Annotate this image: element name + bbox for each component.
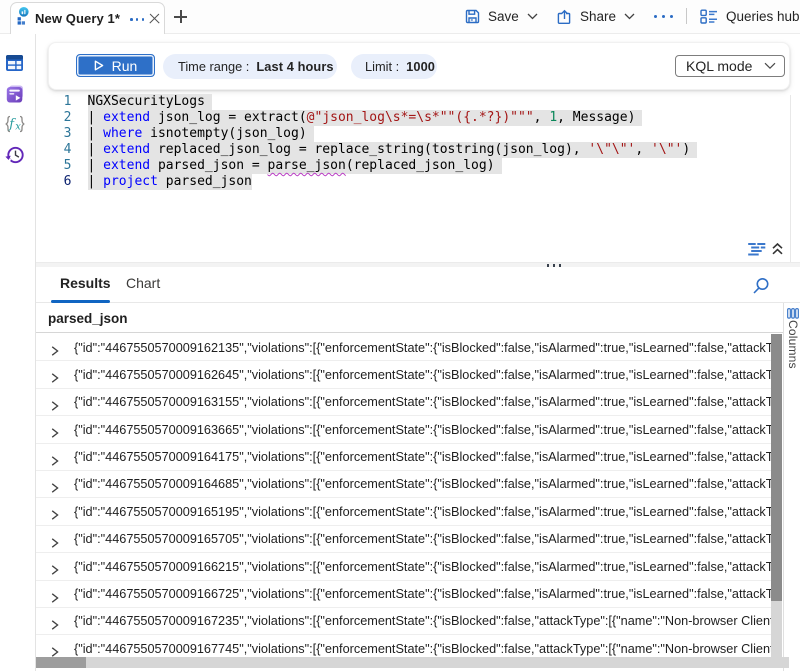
horizontal-scrollbar[interactable] [36, 657, 789, 668]
expand-row-icon[interactable] [51, 562, 59, 580]
expand-row-icon[interactable] [51, 590, 59, 608]
code-line: 6 | project parsed_json [36, 174, 790, 190]
results-grid: {"id":"4467550570009162135","violations"… [36, 334, 771, 671]
run-button[interactable]: Run [76, 54, 155, 77]
line-number: 1 [36, 94, 72, 110]
format-query-icon[interactable] [747, 242, 766, 261]
search-results-icon[interactable] [750, 275, 772, 297]
row-json-text: {"id":"4467550570009162135","violations"… [74, 341, 771, 355]
results-tabstrip: Results Chart [36, 267, 800, 303]
code-line: 4 | extend replaced_json_log = replace_st… [36, 142, 790, 158]
row-json-text: {"id":"4467550570009162645","violations"… [74, 368, 771, 382]
results-panel: Results Chart parsed_json {"id":"4467550… [36, 267, 800, 671]
result-row[interactable]: {"id":"4467550570009166725","violations"… [36, 581, 771, 608]
tab-chart[interactable]: Chart [126, 275, 160, 291]
row-json-text: {"id":"4467550570009163665","violations"… [74, 423, 771, 437]
share-icon [557, 9, 572, 25]
code-text: NGXSecurityLogs [88, 94, 212, 110]
history-icon[interactable] [5, 145, 25, 165]
line-number: 2 [36, 110, 72, 126]
play-icon [94, 60, 104, 71]
saved-queries-icon[interactable] [5, 84, 25, 104]
code-text: | project parsed_json [88, 174, 252, 190]
query-editor[interactable]: 1 NGXSecurityLogs 2 | extend json_log = ext… [36, 94, 790, 194]
row-json-text: {"id":"4467550570009167745","violations"… [74, 642, 771, 656]
columns-panel-label[interactable]: Columns [786, 320, 800, 369]
line-number: 3 [36, 126, 72, 142]
row-json-text: {"id":"4467550570009166215","violations"… [74, 560, 771, 574]
expand-row-icon[interactable] [51, 343, 59, 361]
more-actions-button[interactable] [654, 15, 673, 18]
left-rail: f x [0, 34, 36, 671]
code-line: 5 | extend parsed_json = parse_json(repla… [36, 158, 790, 174]
chevron-down-icon [527, 13, 538, 20]
row-json-text: {"id":"4467550570009164685","violations"… [74, 477, 771, 491]
tab-results[interactable]: Results [60, 275, 111, 291]
limit-picker[interactable]: Limit :1000 [351, 54, 437, 79]
column-header-parsed-json[interactable]: parsed_json [48, 311, 128, 326]
kusto-web-explorer: New Query 1* Save Share [0, 0, 800, 671]
expand-row-icon[interactable] [51, 480, 59, 498]
result-row[interactable]: {"id":"4467550570009167235","violations"… [36, 608, 771, 635]
code-text: | extend parsed_json = parse_json(replac… [88, 158, 502, 174]
result-row[interactable]: {"id":"4467550570009166215","violations"… [36, 553, 771, 580]
expand-row-icon[interactable] [51, 535, 59, 553]
chevron-down-icon [624, 13, 635, 20]
tab-bar: New Query 1* Save Share [0, 0, 800, 34]
row-json-text: {"id":"4467550570009165705","violations"… [74, 532, 771, 546]
result-row[interactable]: {"id":"4467550570009164685","violations"… [36, 471, 771, 498]
vertical-scrollbar[interactable] [771, 334, 782, 657]
save-icon [465, 9, 480, 24]
code-text: | extend replaced_json_log = replace_str… [88, 142, 698, 158]
row-json-text: {"id":"4467550570009167235","violations"… [74, 614, 771, 628]
expand-row-icon[interactable] [51, 425, 59, 443]
line-number: 4 [36, 142, 72, 158]
result-row[interactable]: {"id":"4467550570009165705","violations"… [36, 526, 771, 553]
line-number: 6 [36, 174, 72, 190]
expand-row-icon[interactable] [51, 370, 59, 388]
expand-row-icon[interactable] [51, 398, 59, 416]
row-json-text: {"id":"4467550570009164175","violations"… [74, 450, 771, 464]
queries-hub-button[interactable]: Queries hub [700, 0, 800, 33]
save-button[interactable]: Save [465, 0, 538, 33]
line-number: 5 [36, 158, 72, 174]
topbar-divider [686, 8, 687, 24]
svg-text:x: x [15, 122, 21, 133]
expand-row-icon[interactable] [51, 617, 59, 635]
collapse-editor-icon[interactable] [772, 242, 783, 260]
code-line: 1 NGXSecurityLogs [36, 94, 790, 110]
functions-icon[interactable]: f x [5, 114, 25, 134]
row-json-text: {"id":"4467550570009165195","violations"… [74, 505, 771, 519]
grid-header-row: parsed_json [36, 303, 800, 333]
query-mode-dropdown[interactable]: KQL mode [675, 55, 785, 77]
result-row[interactable]: {"id":"4467550570009162645","violations"… [36, 361, 771, 388]
chevron-down-icon [764, 62, 776, 70]
result-row[interactable]: {"id":"4467550570009163155","violations"… [36, 389, 771, 416]
time-range-picker[interactable]: Time range :Last 4 hours [163, 54, 337, 79]
result-row[interactable]: {"id":"4467550570009162135","violations"… [36, 334, 771, 361]
queries-hub-icon [700, 9, 718, 24]
editor-right-border [790, 95, 791, 262]
code-text: | extend json_log = extract(@"json_log\s… [88, 110, 643, 126]
topbar-actions: Save Share Queries hub [0, 0, 800, 33]
code-text: | where isnotempty(json_log) [88, 126, 314, 142]
result-row[interactable]: {"id":"4467550570009164175","violations"… [36, 444, 771, 471]
connections-table-icon[interactable] [5, 54, 25, 74]
vertical-scrollbar-thumb[interactable] [771, 334, 782, 601]
row-json-text: {"id":"4467550570009163155","violations"… [74, 395, 771, 409]
result-row[interactable]: {"id":"4467550570009163665","violations"… [36, 416, 771, 443]
columns-side-panel: Columns [783, 303, 800, 671]
horizontal-scrollbar-thumb[interactable] [36, 657, 86, 668]
expand-row-icon[interactable] [51, 453, 59, 471]
row-json-text: {"id":"4467550570009166725","violations"… [74, 587, 771, 601]
expand-row-icon[interactable] [51, 507, 59, 525]
share-button[interactable]: Share [557, 0, 635, 33]
code-line: 2 | extend json_log = extract(@"json_log\… [36, 110, 790, 126]
code-line: 3 | where isnotempty(json_log) [36, 126, 790, 142]
result-row[interactable]: {"id":"4467550570009165195","violations"… [36, 498, 771, 525]
